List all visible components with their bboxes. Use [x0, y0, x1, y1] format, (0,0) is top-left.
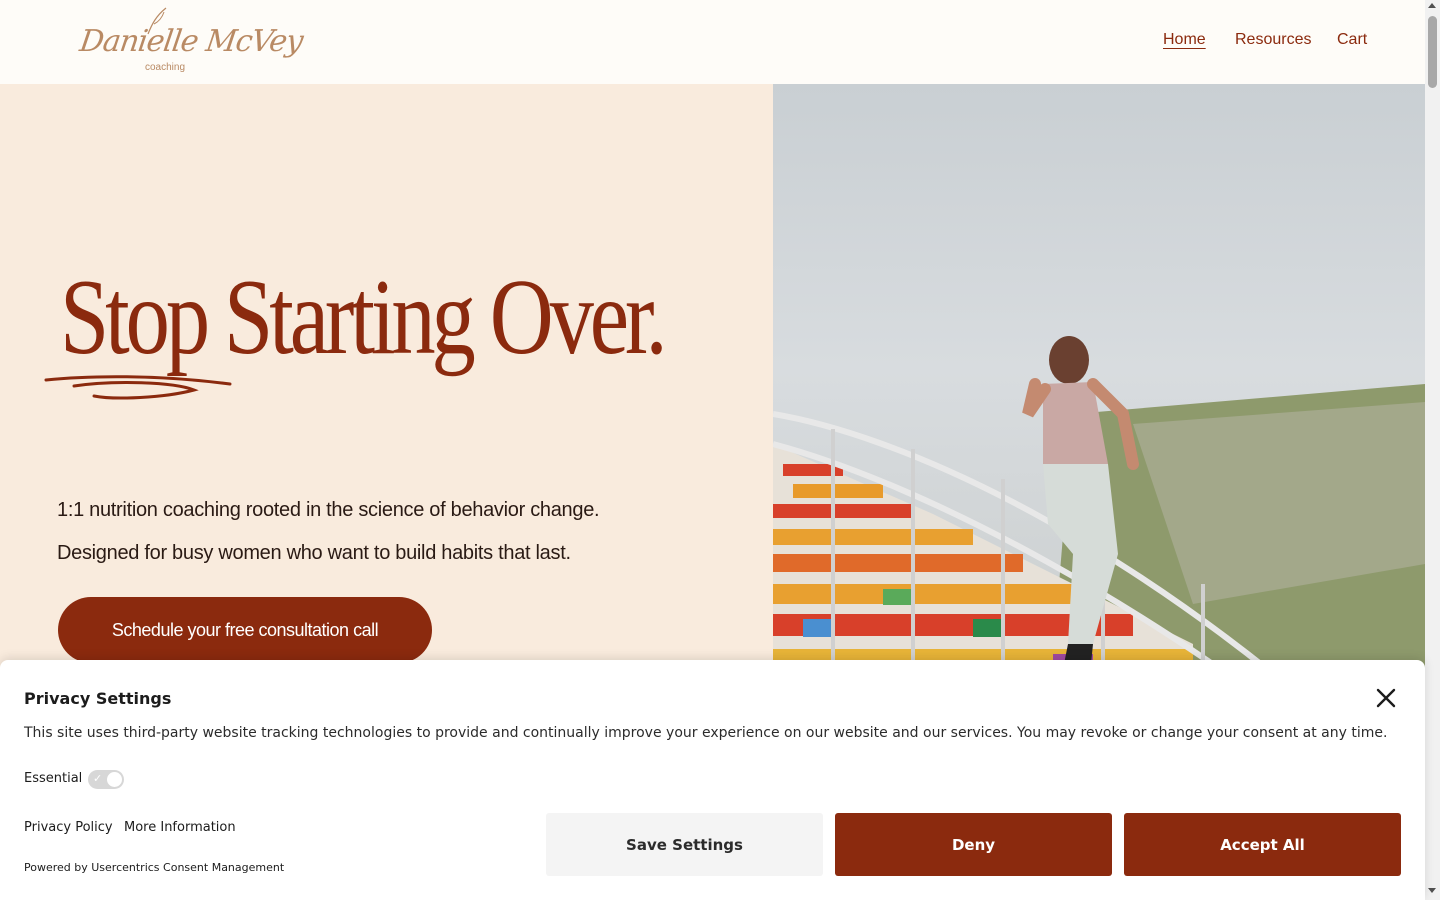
check-icon: ✓	[93, 772, 103, 785]
hero-headline: Stop Starting Over.	[60, 258, 668, 377]
powered-by-text: Powered by Usercentrics Consent Manageme…	[24, 861, 285, 874]
brand-logo[interactable]: Danielle McVey coaching	[78, 6, 305, 76]
site-header: Danielle McVey coaching Home Resources C…	[0, 0, 1425, 84]
consent-description: This site uses third-party website track…	[24, 725, 1388, 741]
essential-label: Essential	[24, 771, 83, 786]
more-information-link[interactable]: More Information	[124, 820, 236, 835]
hero-tagline-1: 1:1 nutrition coaching rooted in the sci…	[57, 499, 600, 521]
nav-cart[interactable]: Cart	[1337, 31, 1367, 49]
save-settings-button[interactable]: Save Settings	[546, 813, 823, 876]
scroll-up-arrow-icon[interactable]	[1428, 3, 1436, 8]
underline-swash	[44, 375, 232, 400]
privacy-policy-link[interactable]: Privacy Policy	[24, 820, 113, 835]
close-icon[interactable]	[1374, 686, 1398, 710]
scroll-thumb[interactable]	[1428, 16, 1437, 88]
logo-wordmark: Danielle McVey	[77, 24, 305, 59]
consultation-cta-button[interactable]: Schedule your free consultation call	[58, 597, 432, 663]
privacy-consent-banner: Privacy Settings This site uses third-pa…	[0, 660, 1425, 900]
accept-all-button[interactable]: Accept All	[1124, 813, 1401, 876]
scroll-down-arrow-icon[interactable]	[1428, 888, 1436, 893]
hero-tagline-2: Designed for busy women who want to buil…	[57, 542, 571, 564]
page-scrollbar[interactable]	[1425, 0, 1440, 900]
essential-toggle[interactable]: ✓	[88, 770, 124, 789]
nav-home[interactable]: Home	[1163, 31, 1206, 49]
consent-title: Privacy Settings	[24, 689, 172, 708]
nav-resources[interactable]: Resources	[1235, 31, 1311, 49]
deny-button[interactable]: Deny	[835, 813, 1112, 876]
logo-subtitle: coaching	[145, 62, 186, 73]
toggle-knob	[107, 772, 122, 787]
